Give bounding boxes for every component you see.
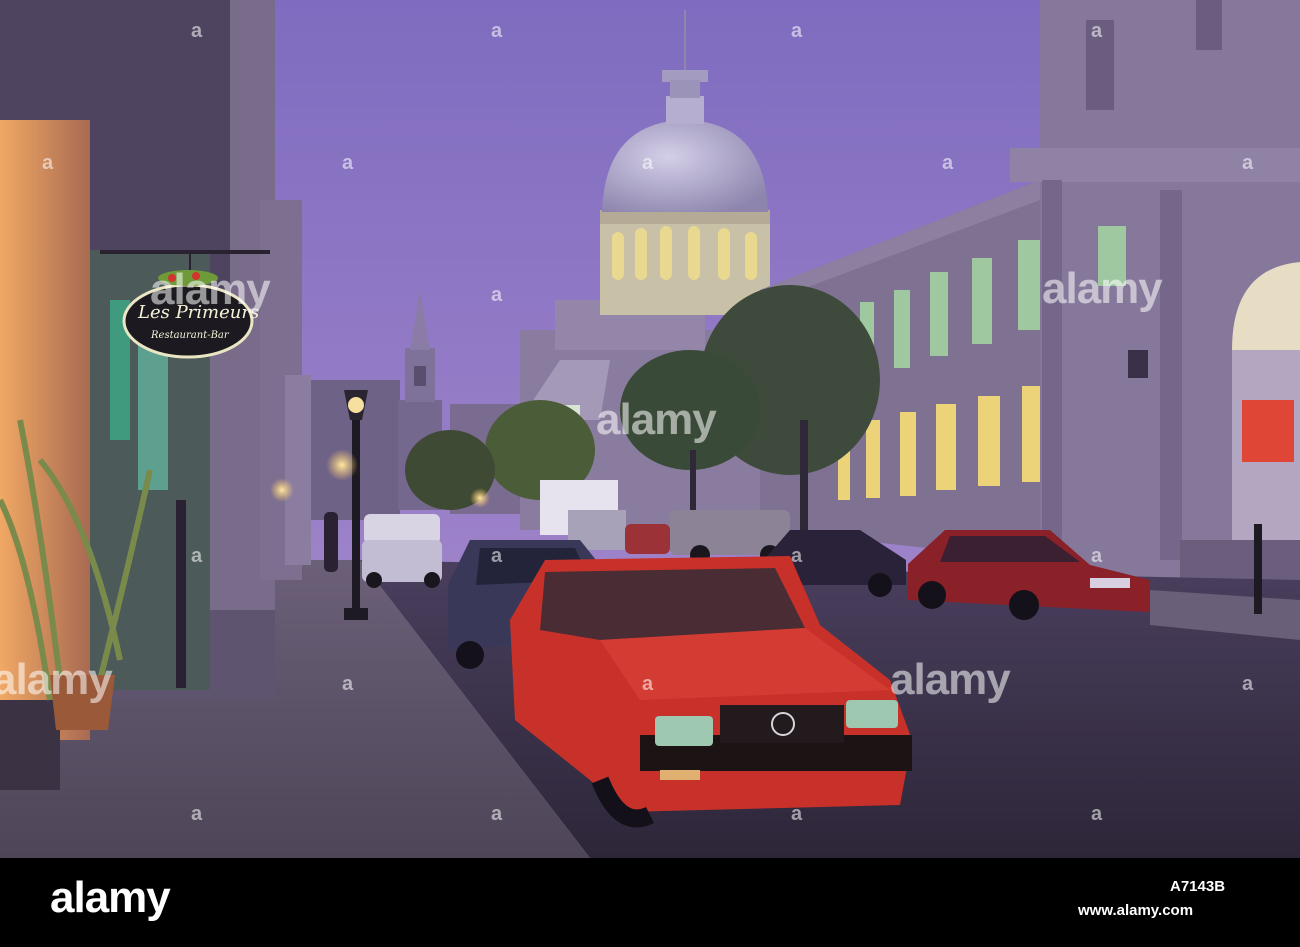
shop-window-glow	[0, 120, 90, 740]
watermark-a: a	[1242, 152, 1253, 174]
lamp-glow	[326, 449, 358, 481]
red-sign	[1242, 400, 1294, 462]
watermark-a: a	[491, 20, 502, 42]
lamp-glow	[470, 488, 490, 508]
watermark-a: a	[642, 152, 653, 174]
watermark-a: a	[191, 20, 202, 42]
wall-lantern	[1128, 350, 1148, 378]
parking-meter	[1254, 524, 1262, 614]
watermark-a: a	[942, 152, 953, 174]
watermark-a: a	[491, 803, 502, 825]
pedestrian	[324, 512, 338, 572]
alamy-logo: alamy	[50, 873, 171, 922]
watermark-a: a	[1091, 545, 1102, 567]
street-photo: Les Primeurs Restaurant-Bar alamy alamy …	[0, 0, 1300, 858]
small-red-car	[625, 524, 670, 554]
pole	[176, 500, 186, 688]
image-id: A7143B	[1170, 878, 1226, 895]
restaurant-sign-subtitle: Restaurant-Bar	[151, 330, 229, 341]
white-car	[362, 514, 442, 588]
watermark-a: a	[491, 545, 502, 567]
watermark-a: a	[791, 803, 802, 825]
lamp-glow	[270, 478, 294, 502]
watermark-alamy: alamy	[596, 395, 717, 444]
watermark-a: a	[342, 673, 353, 695]
watermark-alamy: alamy	[1042, 264, 1163, 313]
watermark-a: a	[1091, 803, 1102, 825]
watermark-a: a	[191, 803, 202, 825]
site-url: www.alamy.com	[1078, 902, 1194, 919]
watermark-a: a	[1242, 673, 1253, 695]
watermark-a: a	[491, 284, 502, 306]
watermark-a: a	[791, 545, 802, 567]
watermark-alamy: alamy	[890, 655, 1011, 704]
watermark-a: a	[342, 152, 353, 174]
watermark-alamy: alamy	[150, 265, 271, 314]
watermark-a: a	[191, 545, 202, 567]
photo-frame: Les Primeurs Restaurant-Bar alamy alamy …	[0, 0, 1300, 947]
watermark-alamy: alamy	[0, 655, 113, 704]
watermark-a: a	[1091, 20, 1102, 42]
watermark-a: a	[791, 20, 802, 42]
watermark-a: a	[42, 152, 53, 174]
watermark-a: a	[642, 673, 653, 695]
